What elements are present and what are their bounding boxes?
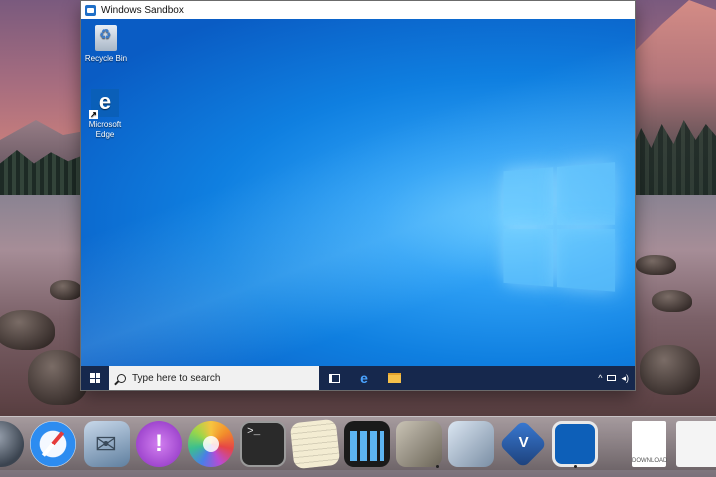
- windows-start-icon: [90, 373, 100, 383]
- windows-sandbox-icon[interactable]: [552, 421, 598, 467]
- windows-logo-wallpaper: [503, 162, 617, 294]
- task-view-button[interactable]: [319, 366, 349, 390]
- desktop-icon-recycle-bin[interactable]: Recycle Bin: [81, 25, 131, 64]
- edge-icon: e ↗: [89, 89, 119, 119]
- sandbox-app-icon: [85, 4, 96, 16]
- taskbar-file-explorer-button[interactable]: [379, 366, 409, 390]
- activity-monitor-icon[interactable]: [344, 421, 390, 467]
- logo-pane: [503, 167, 554, 226]
- logo-pane: [503, 228, 554, 287]
- mail-icon[interactable]: [84, 421, 130, 467]
- task-view-icon: [328, 373, 340, 383]
- preview-icon[interactable]: [448, 421, 494, 467]
- search-icon: [117, 373, 126, 383]
- desktop-icon-label: Recycle Bin: [84, 54, 128, 63]
- system-tray: ^ ◂): [598, 373, 635, 384]
- window-title: Windows Sandbox: [101, 4, 184, 16]
- notes-icon[interactable]: [289, 418, 341, 470]
- windows-desktop[interactable]: Recycle Bin e↗ Microsoft Edge: [81, 19, 635, 366]
- battery-icon[interactable]: [607, 375, 617, 381]
- taskbar-edge-button[interactable]: e: [349, 366, 379, 390]
- desktop-icon-label: Microsoft Edge: [88, 120, 122, 139]
- photos-icon[interactable]: [188, 421, 234, 467]
- windows-taskbar: e ^ ◂): [81, 366, 635, 390]
- terminal-icon[interactable]: [240, 421, 286, 467]
- rock: [636, 255, 676, 275]
- finder-window-icon[interactable]: [676, 421, 716, 467]
- rock: [0, 310, 55, 350]
- download-document-icon[interactable]: DOWNLOAD: [632, 421, 668, 467]
- script-editor-icon[interactable]: [396, 421, 442, 467]
- start-button[interactable]: [81, 366, 109, 390]
- folder-icon: [387, 373, 401, 383]
- running-indicator: [574, 465, 577, 468]
- safari-icon[interactable]: [30, 421, 76, 467]
- dock-item-label: DOWNLOAD: [632, 458, 668, 464]
- rock: [28, 350, 88, 405]
- window-titlebar[interactable]: Windows Sandbox: [81, 1, 635, 19]
- desktop-icon-microsoft-edge[interactable]: e ↗ Microsoft Edge: [81, 89, 129, 140]
- chevron-up-icon[interactable]: ^: [598, 373, 602, 383]
- search-input[interactable]: [132, 372, 302, 384]
- podcasts-icon[interactable]: [136, 421, 182, 467]
- windows-sandbox-window[interactable]: Windows Sandbox Recycle Bin e↗ Microsoft…: [81, 1, 635, 390]
- taskbar-search-box[interactable]: [109, 366, 319, 390]
- recycle-bin-icon: [95, 25, 117, 51]
- rock: [50, 280, 82, 300]
- logo-pane: [556, 229, 616, 292]
- rock: [640, 345, 700, 395]
- running-indicator: [436, 465, 439, 468]
- edge-icon: e: [360, 370, 368, 386]
- logo-pane: [556, 162, 616, 225]
- rock: [652, 290, 692, 312]
- speaker-icon[interactable]: ◂): [621, 373, 629, 384]
